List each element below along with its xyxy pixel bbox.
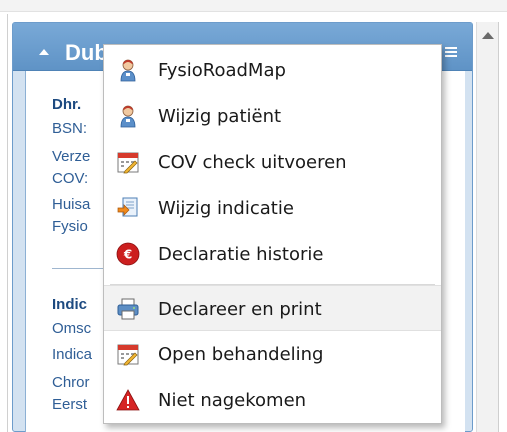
top-strip (0, 0, 507, 12)
left-pane-edge (0, 14, 8, 432)
menu-item-fysioroadmap[interactable]: FysioRoadMap (104, 47, 441, 93)
indication-heading: Indic (52, 296, 88, 313)
person-icon (120, 105, 136, 128)
printer-icon (117, 298, 139, 320)
menu-item-niet-nagekomen[interactable]: Niet nagekomen (104, 377, 441, 423)
menu-item-label: Wijzig indicatie (158, 198, 294, 219)
context-menu: FysioRoadMap Wijzig patiënt COV check ui… (103, 44, 442, 424)
svg-text:€: € (123, 248, 132, 262)
field-chronisch: Chror (52, 374, 90, 391)
document-edit-icon (117, 197, 138, 217)
menu-item-open-behandeling[interactable]: Open behandeling (104, 331, 441, 377)
menu-item-cov-check[interactable]: COV check uitvoeren (104, 139, 441, 185)
collapse-chevron-icon[interactable] (39, 49, 49, 55)
menu-item-declaratie-historie[interactable]: € Declaratie historie (104, 231, 441, 277)
field-verzekeraar: Verze (52, 148, 91, 165)
person-icon (120, 59, 136, 82)
patient-name: Dhr. (52, 96, 82, 113)
field-fysio: Fysio (52, 218, 88, 235)
menu-item-declareer-en-print[interactable]: Declareer en print (104, 285, 441, 331)
menu-item-label: COV check uitvoeren (158, 152, 347, 173)
field-huisarts: Huisa (52, 196, 91, 213)
vertical-scrollbar[interactable] (476, 22, 498, 432)
euro-icon: € (116, 242, 140, 266)
scroll-up-arrow-icon[interactable] (482, 32, 494, 39)
menu-item-label: Open behandeling (158, 344, 324, 365)
card-menu-icon[interactable] (445, 47, 457, 59)
menu-item-label: Niet nagekomen (158, 390, 307, 411)
warning-icon (116, 389, 140, 411)
scrollbar-edge (498, 22, 499, 432)
field-eerste: Eerst (52, 396, 88, 413)
menu-item-wijzig-indicatie[interactable]: Wijzig indicatie (104, 185, 441, 231)
menu-item-wijzig-patient[interactable]: Wijzig patiënt (104, 93, 441, 139)
menu-item-label: FysioRoadMap (158, 60, 286, 81)
field-omschrijving: Omsc (52, 320, 92, 337)
calendar-edit-icon (117, 344, 139, 366)
menu-item-label: Declareer en print (158, 299, 322, 320)
menu-item-label: Wijzig patiënt (158, 106, 282, 127)
field-bsn: BSN: (52, 120, 88, 137)
field-cov: COV: (52, 170, 89, 187)
field-indicatie: Indica (52, 346, 93, 363)
menu-item-label: Declaratie historie (158, 244, 324, 265)
calendar-edit-icon (117, 152, 139, 174)
